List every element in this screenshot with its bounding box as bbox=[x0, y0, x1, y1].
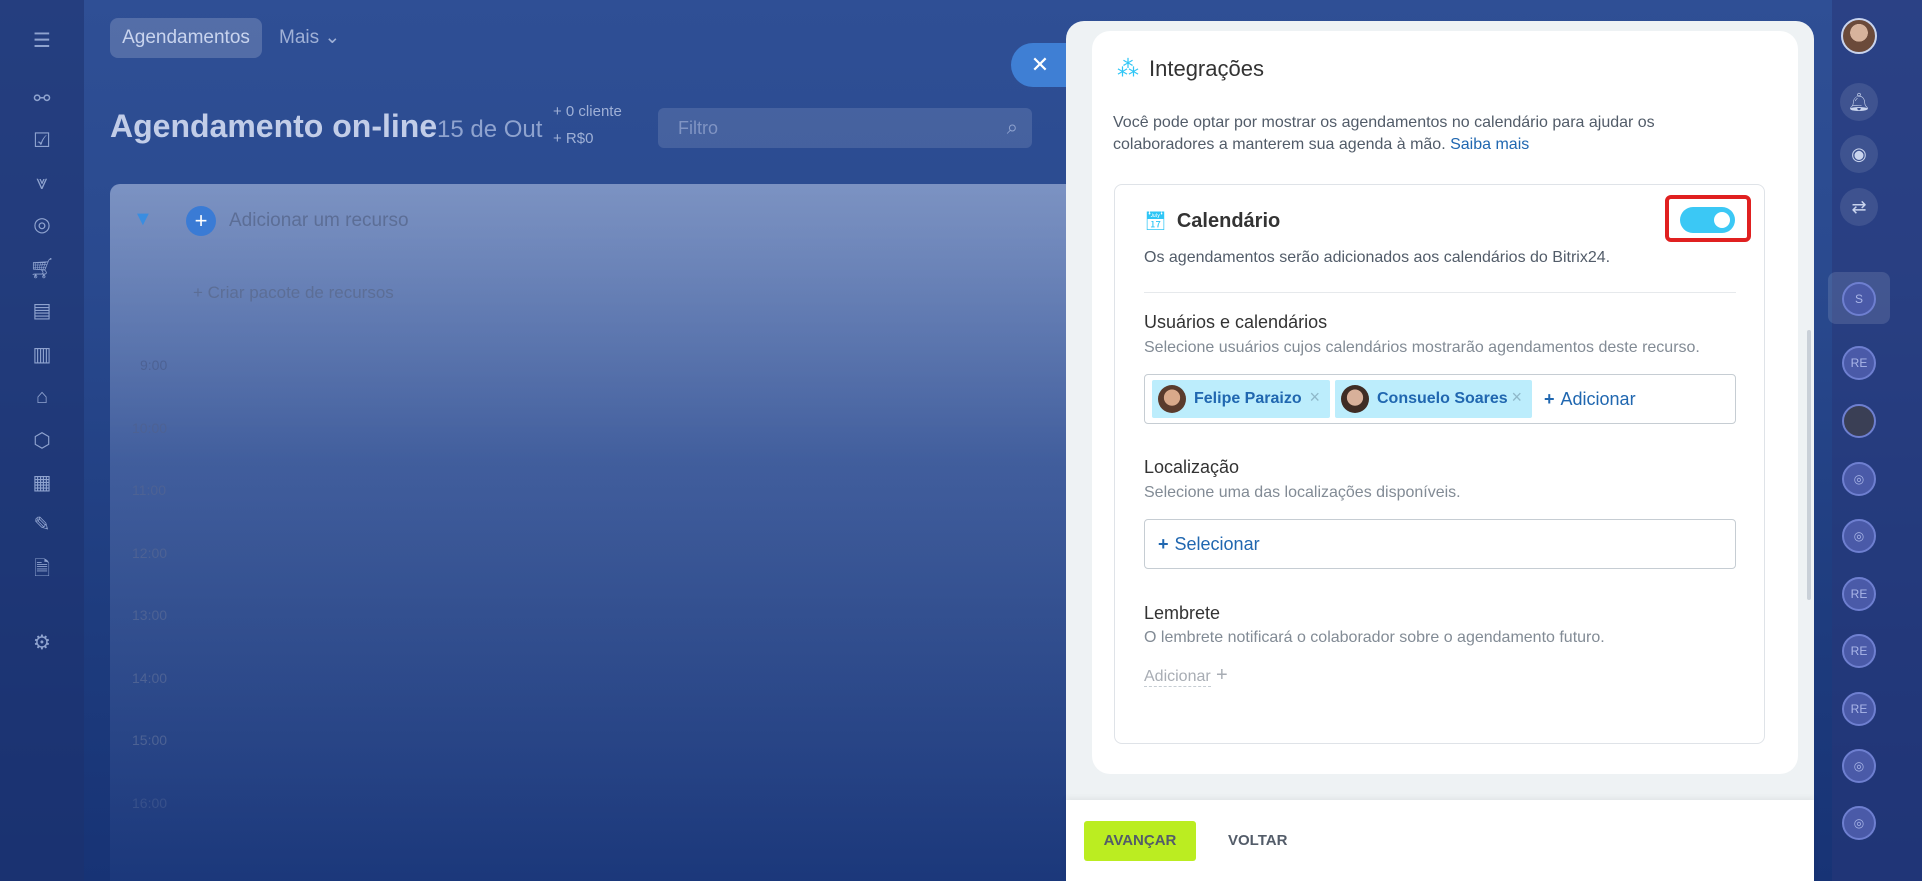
close-icon: ✕ bbox=[1030, 52, 1050, 77]
integrations-header: ⁂ Integrações bbox=[1117, 56, 1264, 82]
integrations-title: Integrações bbox=[1149, 56, 1264, 81]
page-date[interactable]: 15 de Out bbox=[437, 116, 542, 144]
calendar-icon: 📅︎ bbox=[1144, 211, 1167, 231]
revenue-stat: + R$0 bbox=[553, 130, 594, 147]
plus-icon: + bbox=[1158, 534, 1169, 554]
robot-icon[interactable]: ⌂ bbox=[29, 384, 55, 410]
tasks-icon[interactable]: ☑ bbox=[29, 128, 55, 154]
user-tag-name: Consuelo Soares bbox=[1377, 390, 1508, 407]
time-label: 15:00 bbox=[132, 732, 168, 748]
chat-chip-openline-icon[interactable]: ◎ bbox=[1842, 519, 1876, 553]
integrations-description: Você pode optar por mostrar os agendamen… bbox=[1113, 112, 1673, 156]
time-label: 11:00 bbox=[132, 482, 166, 498]
chat-chip-openline-icon[interactable]: ◎ bbox=[1842, 462, 1876, 496]
chat-sync-icon[interactable]: ⇄ bbox=[1840, 188, 1878, 226]
analytics-icon[interactable]: ▥ bbox=[29, 342, 55, 368]
description-text: Você pode optar por mostrar os agendamen… bbox=[1113, 114, 1655, 153]
pulse-icon[interactable]: ◉ bbox=[1840, 135, 1878, 173]
reminder-title: Lembrete bbox=[1144, 603, 1221, 623]
panel-scrollbar[interactable] bbox=[1807, 330, 1811, 600]
time-label: 9:00 bbox=[140, 357, 168, 373]
search-input[interactable]: Filtro ⌕ bbox=[658, 108, 1032, 148]
user-tag-consuelo[interactable]: Consuelo Soares × bbox=[1335, 380, 1532, 418]
users-subtitle: Selecione usuários cujos calendários mos… bbox=[1144, 339, 1700, 356]
store-icon[interactable]: ▦ bbox=[29, 470, 55, 496]
add-user-label: Adicionar bbox=[1560, 389, 1636, 409]
add-resource-icon[interactable]: + bbox=[186, 206, 216, 236]
learn-more-link[interactable]: Saiba mais bbox=[1450, 136, 1529, 153]
tab-agendamentos[interactable]: Agendamentos bbox=[110, 18, 262, 58]
filter-icon[interactable]: ▼ bbox=[133, 208, 153, 231]
user-tag-felipe[interactable]: Felipe Paraizo × bbox=[1152, 380, 1330, 418]
user-avatar-felipe bbox=[1158, 385, 1186, 413]
calendar-title: Calendário bbox=[1176, 210, 1281, 232]
search-icon[interactable]: ⌕ bbox=[1007, 108, 1018, 148]
add-reminder-plus-icon[interactable]: + bbox=[1216, 664, 1228, 687]
toggle-knob bbox=[1714, 212, 1730, 228]
chat-chip-openline-icon[interactable]: ◎ bbox=[1842, 806, 1876, 840]
user-tag-name: Felipe Paraizo bbox=[1194, 390, 1302, 407]
next-button[interactable]: AVANÇAR bbox=[1084, 821, 1196, 861]
time-label: 16:00 bbox=[132, 795, 168, 811]
tab-more[interactable]: Mais ⌄ bbox=[279, 18, 340, 58]
location-title: Localização bbox=[1144, 457, 1240, 477]
chat-chip[interactable]: RE bbox=[1842, 634, 1876, 668]
chat-chip-openline-icon[interactable]: ◎ bbox=[1842, 749, 1876, 783]
back-button[interactable]: VOLTAR bbox=[1218, 821, 1297, 861]
target-icon[interactable]: ◎ bbox=[29, 212, 55, 238]
search-placeholder: Filtro bbox=[678, 118, 718, 138]
time-label: 13:00 bbox=[132, 607, 168, 623]
crm-icon[interactable]: ⚯ bbox=[29, 86, 55, 112]
funnel-icon[interactable]: ⩔ bbox=[29, 170, 55, 196]
time-label: 10:00 bbox=[132, 420, 168, 436]
user-avatar[interactable] bbox=[1841, 18, 1877, 54]
divider bbox=[1144, 292, 1736, 293]
create-pack-link[interactable]: + Criar pacote de recursos bbox=[193, 283, 394, 303]
calendar-header: 📅︎ Calendário bbox=[1144, 210, 1280, 233]
cart-icon[interactable]: 🛒︎ bbox=[29, 256, 55, 282]
document-icon[interactable]: 🗎︎ bbox=[29, 556, 55, 582]
sign-icon[interactable]: ✎ bbox=[29, 512, 55, 538]
clients-stat: + 0 cliente bbox=[553, 103, 622, 120]
location-subtitle: Selecione uma das localizações disponíve… bbox=[1144, 484, 1461, 501]
calendar-toggle[interactable] bbox=[1680, 207, 1735, 233]
chat-chip[interactable]: S bbox=[1842, 282, 1876, 316]
menu-icon[interactable]: ☰ bbox=[29, 28, 55, 54]
remove-user-icon[interactable]: × bbox=[1511, 387, 1522, 408]
add-resource-link[interactable]: Adicionar um recurso bbox=[229, 210, 409, 232]
page-title: Agendamento on-line bbox=[110, 108, 438, 144]
chat-chip[interactable]: RE bbox=[1842, 692, 1876, 726]
users-title: Usuários e calendários bbox=[1144, 312, 1328, 332]
right-rail bbox=[1832, 0, 1922, 881]
notifications-bell-icon[interactable]: 🔔︎ bbox=[1840, 83, 1878, 121]
calendar-subtitle: Os agendamentos serão adicionados aos ca… bbox=[1144, 249, 1611, 266]
reminder-subtitle: O lembrete notificará o colaborador sobr… bbox=[1144, 629, 1605, 646]
left-sidebar: ☰ ⚯ ☑ ⩔ ◎ 🛒︎ ▤ ▥ ⌂ ⬡ ▦ ✎ 🗎︎ ⚙ bbox=[0, 0, 84, 881]
integrations-icon: ⁂ bbox=[1117, 56, 1139, 81]
time-label: 14:00 bbox=[132, 670, 168, 686]
close-slider-button[interactable]: ✕ bbox=[1011, 43, 1069, 87]
chat-chip[interactable]: RE bbox=[1842, 346, 1876, 380]
contact-card-icon[interactable]: ▤ bbox=[29, 298, 55, 324]
add-user-link[interactable]: + Adicionar bbox=[1544, 389, 1636, 410]
chat-chip-avatar[interactable] bbox=[1842, 404, 1876, 438]
user-avatar-consuelo bbox=[1341, 385, 1369, 413]
plus-icon: + bbox=[1544, 389, 1555, 409]
select-location-label: Selecionar bbox=[1174, 534, 1260, 554]
remove-user-icon[interactable]: × bbox=[1309, 387, 1320, 408]
chat-chip[interactable]: RE bbox=[1842, 577, 1876, 611]
box-icon[interactable]: ⬡ bbox=[29, 428, 55, 454]
add-reminder-link[interactable]: Adicionar bbox=[1144, 668, 1211, 687]
select-location-link[interactable]: + Selecionar bbox=[1158, 534, 1260, 555]
settings-icon[interactable]: ⚙ bbox=[29, 630, 55, 656]
time-label: 12:00 bbox=[132, 545, 168, 561]
